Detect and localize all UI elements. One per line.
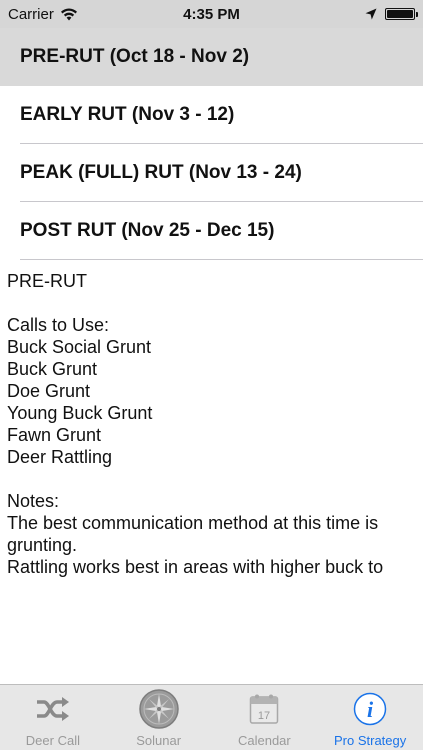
call-item: Fawn Grunt xyxy=(7,425,102,445)
svg-text:i: i xyxy=(367,697,374,722)
battery-fill xyxy=(387,10,413,18)
tab-calendar[interactable]: 17 Calendar xyxy=(212,685,318,750)
tab-pro-strategy[interactable]: i Pro Strategy xyxy=(317,685,423,750)
tab-bar: Deer Call Solunar 17 Calendar i Pro Stra… xyxy=(0,684,423,750)
battery-icon xyxy=(385,8,418,20)
tab-deer-call[interactable]: Deer Call xyxy=(0,685,106,750)
rut-item-peak-rut[interactable]: PEAK (FULL) RUT (Nov 13 - 24) xyxy=(0,144,423,202)
call-item: Young Buck Grunt xyxy=(7,403,153,423)
notes-text: The best communication method at this ti… xyxy=(7,513,379,555)
call-item: Doe Grunt xyxy=(7,381,91,401)
rut-item-post-rut[interactable]: POST RUT (Nov 25 - Dec 15) xyxy=(0,202,423,260)
location-arrow-icon xyxy=(365,8,377,20)
tab-label: Pro Strategy xyxy=(333,733,407,748)
wifi-icon xyxy=(60,8,77,20)
detail-title: PRE-RUT xyxy=(7,271,87,291)
call-item: Buck Social Grunt xyxy=(7,337,152,357)
tab-label: Deer Call xyxy=(25,733,80,748)
status-left: Carrier xyxy=(8,6,78,23)
strategy-detail: PRE-RUT Calls to Use: Buck Social Grunt … xyxy=(7,270,419,578)
tab-solunar[interactable]: Solunar xyxy=(106,685,212,750)
info-icon: i xyxy=(350,689,390,729)
rut-item-pre-rut[interactable]: PRE-RUT (Oct 18 - Nov 2) xyxy=(0,28,423,86)
rut-item-label: PEAK (FULL) RUT (Nov 13 - 24) xyxy=(20,162,302,183)
rut-phase-list: PRE-RUT (Oct 18 - Nov 2) EARLY RUT (Nov … xyxy=(0,28,423,260)
compass-icon xyxy=(138,689,179,729)
tab-label: Calendar xyxy=(237,733,291,748)
rut-item-label: POST RUT (Nov 25 - Dec 15) xyxy=(20,220,275,241)
shuffle-icon xyxy=(33,689,73,729)
calendar-icon: 17 xyxy=(244,689,284,729)
rut-item-early-rut[interactable]: EARLY RUT (Nov 3 - 12) xyxy=(0,86,423,144)
status-bar: Carrier 4:35 PM xyxy=(0,0,423,28)
call-item: Buck Grunt xyxy=(7,359,98,379)
rut-item-label: EARLY RUT (Nov 3 - 12) xyxy=(20,104,235,125)
status-right xyxy=(365,8,418,20)
calendar-day-number: 17 xyxy=(258,710,270,722)
calls-heading: Calls to Use: xyxy=(7,315,110,335)
notes-text: Rattling works best in areas with higher… xyxy=(7,557,384,577)
call-item: Deer Rattling xyxy=(7,447,113,467)
carrier-label: Carrier xyxy=(8,5,54,23)
rut-item-label: PRE-RUT (Oct 18 - Nov 2) xyxy=(20,46,250,67)
tab-label: Solunar xyxy=(136,733,182,748)
notes-heading: Notes: xyxy=(7,491,60,511)
